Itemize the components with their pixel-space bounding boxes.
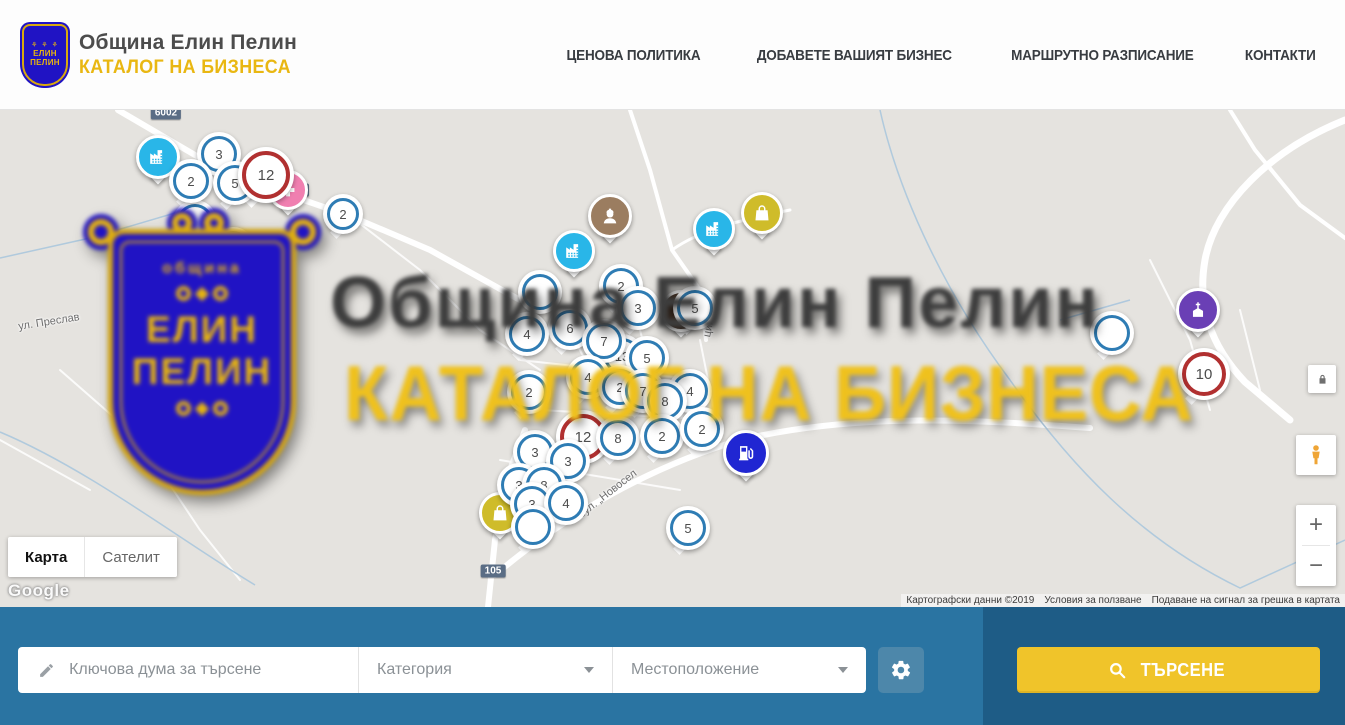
keyword-field-wrap [18,647,358,693]
map-type-switcher: Карта Сателит [8,537,177,577]
category-select[interactable]: Категория [358,647,612,693]
zoom-in-button[interactable]: + [1296,505,1336,545]
main-nav: ЦЕНОВА ПОЛИТИКА ДОБАВЕТЕ ВАШИЯТ БИЗНЕС М… [559,0,1320,110]
header: ⚘ ⚘ ⚘ ЕЛИН ПЕЛИН Община Елин Пелин КАТАЛ… [0,0,1345,110]
location-select-value: Местоположение [631,661,759,679]
search-submit-button[interactable]: ТЪРСЕНЕ [1017,647,1320,693]
street-view-pegman-button[interactable] [1296,435,1336,475]
lock-button[interactable] [1308,365,1336,393]
municipality-emblem-icon: ⚘ ⚘ ⚘ ЕЛИН ПЕЛИН [22,24,68,86]
pencil-icon [38,661,55,680]
site-subtitle: КАТАЛОГ НА БИЗНЕСА [79,57,291,79]
emblem-name-line2: ПЕЛИН [30,58,60,67]
search-icon [1108,661,1127,680]
attribution-report-error-link[interactable]: Подаване на сигнал за грешка в картата [1147,595,1345,606]
chevron-down-icon [584,667,594,673]
search-fields: Категория Местоположение [18,647,866,693]
advanced-settings-button[interactable] [878,647,924,693]
nav-item-pricing[interactable]: ЦЕНОВА ПОЛИТИКА [567,47,701,64]
location-select[interactable]: Местоположение [612,647,866,693]
logo-text: Община Елин Пелин КАТАЛОГ НА БИЗНЕСА [79,31,304,79]
search-button-label: ТЪРСЕНЕ [1141,660,1225,681]
map-attribution: Картографски данни ©2019 Условия за полз… [901,594,1345,607]
pegman-icon [1304,443,1328,467]
google-logo[interactable]: Google [8,581,70,601]
map-type-satellite-button[interactable]: Сателит [84,537,177,577]
search-bar: Категория Местоположение ТЪРСЕНЕ [0,607,1345,725]
gear-icon [890,659,912,681]
chevron-down-icon [838,667,848,673]
site-title: Община Елин Пелин [79,31,304,55]
keyword-search-input[interactable] [69,661,344,679]
nav-item-add-business[interactable]: ДОБАВЕТЕ ВАШИЯТ БИЗНЕС [757,47,952,64]
nav-item-bus-schedule[interactable]: МАРШРУТНО РАЗПИСАНИЕ [1011,47,1193,64]
category-select-value: Категория [377,661,452,679]
nav-item-contacts[interactable]: КОНТАКТИ [1245,47,1316,64]
page: ⚘ ⚘ ⚘ ЕЛИН ПЕЛИН Община Елин Пелин КАТАЛ… [0,0,1345,725]
zoom-control: + − [1296,505,1336,586]
emblem-name-line1: ЕЛИН [33,49,57,58]
map-canvas[interactable]: 6002105ул. Преславбул. „Новоселции" 3251… [0,110,1345,607]
map-controls: Карта Сателит Google Картографски данни … [0,110,1345,607]
attribution-copyright: Картографски данни ©2019 [901,595,1039,606]
map-type-map-button[interactable]: Карта [8,537,84,577]
site-logo[interactable]: ⚘ ⚘ ⚘ ЕЛИН ПЕЛИН Община Елин Пелин КАТАЛ… [22,24,304,86]
lock-icon [1315,372,1330,387]
zoom-out-button[interactable]: − [1296,546,1336,586]
attribution-terms-link[interactable]: Условия за ползване [1039,595,1146,606]
